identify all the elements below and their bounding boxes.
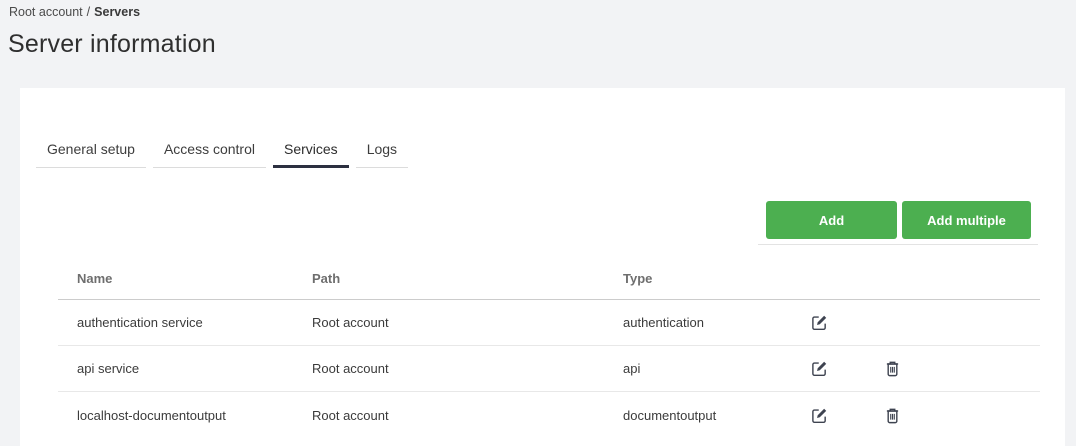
edit-button[interactable] (809, 405, 830, 426)
server-information-card: General setup Access control Services Lo… (20, 88, 1065, 446)
cell-path: Root account (312, 361, 389, 376)
tabs-bar: General setup Access control Services Lo… (36, 133, 409, 168)
tab-logs[interactable]: Logs (355, 133, 409, 168)
services-table: Name Path Type authentication service Ro… (58, 258, 1040, 438)
trash-icon (885, 360, 900, 377)
edit-button[interactable] (809, 312, 830, 333)
breadcrumb-root-account[interactable]: Root account (9, 5, 83, 19)
cell-name: authentication service (77, 315, 203, 330)
column-header-type: Type (623, 271, 653, 286)
tab-general-setup[interactable]: General setup (36, 133, 146, 168)
cell-path: Root account (312, 407, 389, 423)
table-row: localhost-documentoutput Root account do… (58, 392, 1040, 438)
edit-icon (811, 360, 828, 377)
cell-path: Root account (312, 315, 389, 330)
cell-type: api (623, 361, 641, 376)
table-row: authentication service Root account auth… (58, 300, 1040, 346)
table-header-row: Name Path Type (58, 258, 1040, 300)
services-toolbar: Add Add multiple (758, 201, 1038, 245)
table-row: api service Root account api (58, 346, 1040, 392)
cell-name: localhost-documentoutput (77, 407, 226, 423)
edit-icon (811, 314, 828, 331)
tab-services[interactable]: Services (273, 133, 349, 168)
cell-type: documentoutput (623, 407, 717, 423)
tab-access-control[interactable]: Access control (152, 133, 266, 168)
breadcrumb: Root account / Servers (9, 5, 140, 19)
breadcrumb-separator: / (86, 5, 91, 19)
edit-button[interactable] (809, 358, 830, 379)
add-multiple-button[interactable]: Add multiple (902, 201, 1031, 239)
column-header-name: Name (77, 271, 113, 286)
breadcrumb-current-servers: Servers (94, 5, 141, 19)
delete-button[interactable] (883, 405, 902, 426)
delete-button[interactable] (883, 358, 902, 379)
column-header-path: Path (312, 271, 341, 286)
edit-icon (811, 407, 828, 424)
cell-type: authentication (623, 315, 704, 330)
trash-icon (885, 407, 900, 424)
add-button[interactable]: Add (766, 201, 897, 239)
page-title: Server information (8, 30, 216, 58)
cell-name: api service (77, 361, 140, 376)
